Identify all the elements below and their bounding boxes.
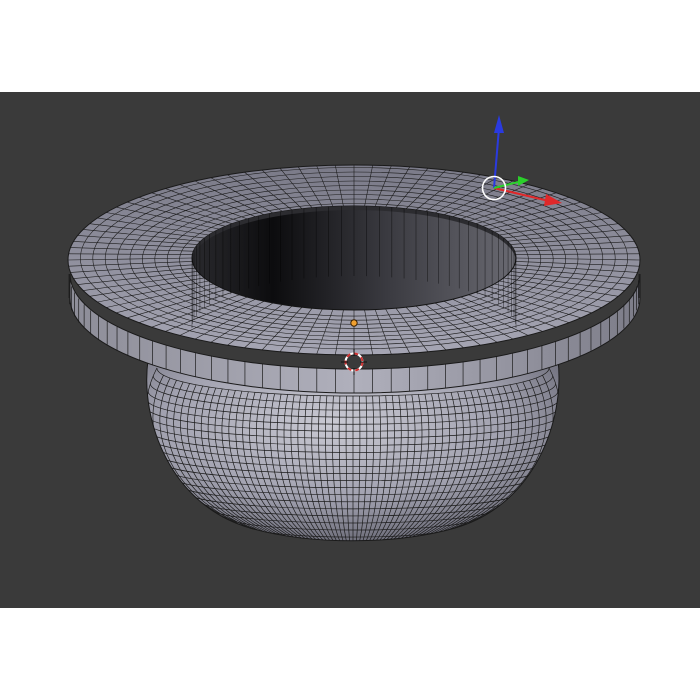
3d-viewport[interactable] [0,92,700,608]
z-axis-arrow-icon[interactable] [494,115,504,133]
object-origin-marker[interactable] [350,319,358,327]
scene-canvas[interactable] [0,92,700,608]
